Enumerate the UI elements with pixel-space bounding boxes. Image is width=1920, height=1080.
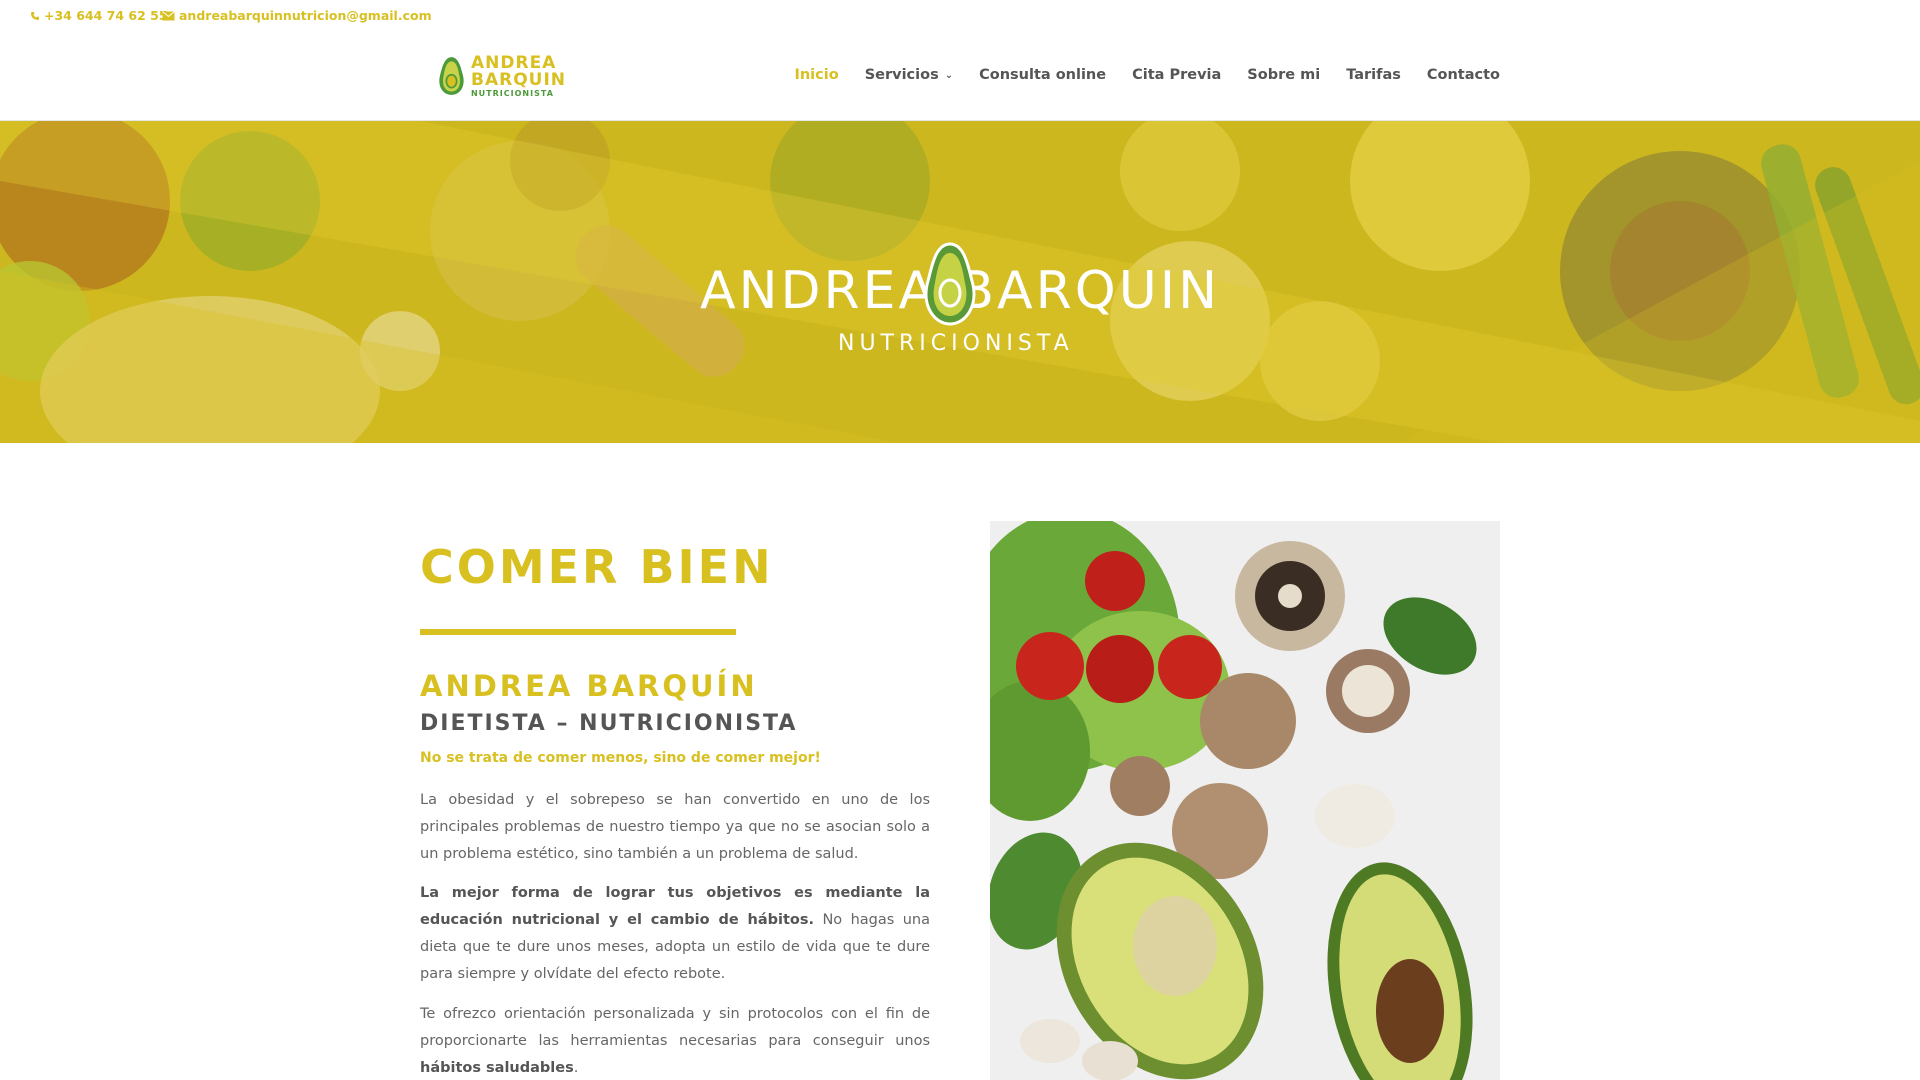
chevron-down-icon: ⌄ [944,69,954,81]
nav-item-servicios[interactable]: Servicios ⌄ [865,67,953,83]
vegetables-photo [990,521,1500,1080]
paragraph-3-start: Te ofrezco orientación personalizada y s… [420,1006,930,1049]
logo-text-line3: NUTRICIONISTA [470,88,554,98]
hero-title-right: BARQUIN [958,261,1220,321]
envelope-icon [162,10,175,20]
avocado-logo-icon [439,57,464,95]
vegetables-image [990,521,1500,1080]
site-logo[interactable]: ANDREA BARQUIN NUTRICIONISTA [436,48,566,104]
nav-item-inicio[interactable]: Inicio [794,67,838,83]
top-bar: +34 644 74 62 55 andreabarquinnutricion@… [0,0,1920,32]
avocado-icon [924,242,976,326]
nav-label: Servicios [864,67,939,83]
hero-subtitle: NUTRICIONISTA [838,331,1074,356]
nav-label: Consulta online [979,67,1107,83]
hero-title-left: ANDREA [700,261,938,321]
author-role: DIETISTA – NUTRICIONISTA [420,711,798,736]
phone-icon [31,11,39,20]
phone-contact[interactable]: +34 644 74 62 55 [30,8,168,23]
nav-item-tarifas[interactable]: Tarifas [1346,67,1401,83]
paragraph-1: La obesidad y el sobrepeso se han conver… [420,792,930,862]
paragraph-3-bold: hábitos saludables [420,1060,574,1076]
hero-banner: ANDREA BARQUIN NUTRICIONISTA [0,121,1920,443]
nav-label: Contacto [1426,67,1500,83]
email-contact[interactable]: andreabarquinnutricion@gmail.com [162,8,432,23]
nav-item-cita-previa[interactable]: Cita Previa [1132,67,1221,83]
nav-item-sobre-mi[interactable]: Sobre mi [1247,67,1320,83]
nav-item-contacto[interactable]: Contacto [1427,67,1500,83]
nav-label: Sobre mi [1247,67,1321,83]
heading-divider [420,629,736,635]
main-nav: Inicio Servicios ⌄ Consulta online Cita P… [768,67,1500,83]
intro-section: COMER BIEN ANDREA BARQUÍN DIETISTA – NUT… [420,443,1500,1080]
nav-item-consulta-online[interactable]: Consulta online [979,67,1106,83]
author-name: ANDREA BARQUÍN [420,669,758,703]
nav-label: Inicio [794,67,839,83]
paragraph-2: La mejor forma de lograr tus objetivos e… [420,880,930,988]
section-heading: COMER BIEN [420,540,774,594]
logo-text-line1: ANDREA [470,52,557,73]
tagline: No se trata de comer menos, sino de come… [420,750,821,766]
nav-label: Tarifas [1346,67,1401,83]
nav-label: Cita Previa [1132,67,1222,83]
paragraph-3-end: . [573,1060,579,1076]
email-address: andreabarquinnutricion@gmail.com [179,8,432,23]
phone-number: +34 644 74 62 55 [44,8,168,23]
logo-text-line2: BARQUIN [470,69,566,90]
paragraph-3: Te ofrezco orientación personalizada y s… [420,1001,930,1080]
